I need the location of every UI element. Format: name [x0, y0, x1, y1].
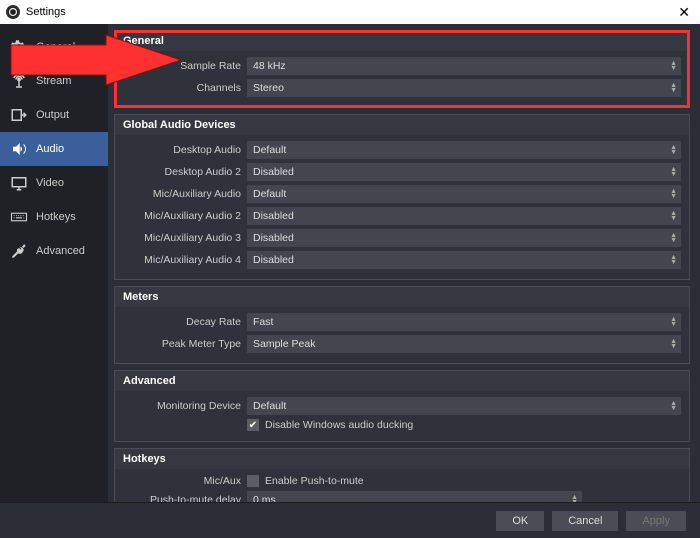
- peak-meter-combo[interactable]: Sample Peak ▲▼: [247, 335, 681, 353]
- sidebar-label: Advanced: [36, 245, 85, 257]
- device-combo[interactable]: Default ▲▼: [247, 141, 681, 159]
- sidebar-label: Audio: [36, 143, 64, 155]
- spinner-icon: ▲▼: [670, 167, 677, 177]
- combo-value: Stereo: [253, 82, 284, 94]
- sidebar-label: General: [36, 41, 75, 53]
- sidebar-item-hotkeys[interactable]: Hotkeys: [0, 200, 108, 234]
- combo-value: Disabled: [253, 210, 294, 222]
- antenna-icon: [10, 72, 28, 90]
- spinner-icon: ▲▼: [571, 495, 578, 502]
- combo-value: Disabled: [253, 254, 294, 266]
- combo-value: Default: [253, 188, 286, 200]
- window-title: Settings: [26, 6, 66, 18]
- title-bar: Settings ✕: [0, 0, 700, 24]
- sidebar-item-output[interactable]: Output: [0, 98, 108, 132]
- label-decay-rate: Decay Rate: [123, 316, 241, 328]
- section-meters: Meters Decay Rate Fast ▲▼ Peak Meter Typ…: [114, 286, 690, 364]
- output-icon: [10, 106, 28, 124]
- combo-value: Default: [253, 144, 286, 156]
- sidebar: General Stream Output Audio Video Hotkey…: [0, 24, 108, 502]
- combo-value: Default: [253, 400, 286, 412]
- label-ptm-delay: Push-to-mute delay: [123, 494, 241, 502]
- sidebar-label: Stream: [36, 75, 71, 87]
- device-combo[interactable]: Disabled ▲▼: [247, 163, 681, 181]
- device-combo[interactable]: Disabled ▲▼: [247, 207, 681, 225]
- sidebar-label: Hotkeys: [36, 211, 76, 223]
- label-channels: Channels: [123, 82, 241, 94]
- spinner-icon: ▲▼: [670, 317, 677, 327]
- sidebar-label: Video: [36, 177, 64, 189]
- dialog-footer: OK Cancel Apply: [0, 502, 700, 538]
- device-combo[interactable]: Default ▲▼: [247, 185, 681, 203]
- sample-rate-combo[interactable]: 48 kHz ▲▼: [247, 57, 681, 75]
- section-heading: Global Audio Devices: [115, 115, 689, 135]
- channels-combo[interactable]: Stereo ▲▼: [247, 79, 681, 97]
- enable-ptm-label: Enable Push-to-mute: [265, 475, 364, 487]
- monitor-icon: [10, 174, 28, 192]
- device-combo[interactable]: Disabled ▲▼: [247, 229, 681, 247]
- sidebar-item-video[interactable]: Video: [0, 166, 108, 200]
- speaker-icon: [10, 140, 28, 158]
- ptm-delay-field[interactable]: 0 ms ▲▼: [247, 491, 582, 502]
- device-label: Mic/Auxiliary Audio 3: [123, 232, 241, 244]
- spinner-icon: ▲▼: [670, 61, 677, 71]
- section-general: General Sample Rate 48 kHz ▲▼ Channels: [114, 30, 690, 108]
- spinner-icon: ▲▼: [670, 211, 677, 221]
- section-heading: Advanced: [115, 371, 689, 391]
- device-label: Mic/Auxiliary Audio: [123, 188, 241, 200]
- label-monitoring-device: Monitoring Device: [123, 400, 241, 412]
- sidebar-item-stream[interactable]: Stream: [0, 64, 108, 98]
- combo-value: Fast: [253, 316, 273, 328]
- sidebar-item-general[interactable]: General: [0, 30, 108, 64]
- section-heading: Hotkeys: [115, 449, 689, 469]
- device-label: Desktop Audio: [123, 144, 241, 156]
- spinner-icon: ▲▼: [670, 339, 677, 349]
- section-advanced: Advanced Monitoring Device Default ▲▼ ✔: [114, 370, 690, 442]
- device-label: Mic/Auxiliary Audio 2: [123, 210, 241, 222]
- sidebar-item-audio[interactable]: Audio: [0, 132, 108, 166]
- spinner-icon: ▲▼: [670, 189, 677, 199]
- spinner-icon: ▲▼: [670, 255, 677, 265]
- tools-icon: [10, 242, 28, 260]
- settings-content[interactable]: General Sample Rate 48 kHz ▲▼ Channels: [108, 24, 700, 502]
- ducking-checkbox[interactable]: ✔: [247, 419, 259, 431]
- combo-value: Sample Peak: [253, 338, 315, 350]
- label-peak-type: Peak Meter Type: [123, 338, 241, 350]
- cancel-button[interactable]: Cancel: [552, 511, 618, 531]
- sidebar-item-advanced[interactable]: Advanced: [0, 234, 108, 268]
- label-sample-rate: Sample Rate: [123, 60, 241, 72]
- section-heading: General: [115, 31, 689, 51]
- device-combo[interactable]: Disabled ▲▼: [247, 251, 681, 269]
- sidebar-label: Output: [36, 109, 69, 121]
- combo-value: Disabled: [253, 232, 294, 244]
- ok-button[interactable]: OK: [496, 511, 544, 531]
- obs-logo-icon: [6, 5, 20, 19]
- spinner-icon: ▲▼: [670, 83, 677, 93]
- keyboard-icon: [10, 208, 28, 226]
- section-hotkeys: Hotkeys Mic/Aux Enable Push-to-mute Push…: [114, 448, 690, 502]
- decay-rate-combo[interactable]: Fast ▲▼: [247, 313, 681, 331]
- close-icon[interactable]: ✕: [674, 4, 694, 21]
- section-heading: Meters: [115, 287, 689, 307]
- spinner-icon: ▲▼: [670, 233, 677, 243]
- ducking-label: Disable Windows audio ducking: [265, 419, 413, 431]
- spinner-icon: ▲▼: [670, 145, 677, 155]
- spinner-icon: ▲▼: [670, 401, 677, 411]
- num-value: 0 ms: [253, 494, 276, 502]
- combo-value: 48 kHz: [253, 60, 286, 72]
- label-mic-aux: Mic/Aux: [123, 475, 241, 487]
- apply-button[interactable]: Apply: [626, 511, 686, 531]
- gear-icon: [10, 38, 28, 56]
- enable-ptm-checkbox[interactable]: [247, 475, 259, 487]
- device-label: Desktop Audio 2: [123, 166, 241, 178]
- device-label: Mic/Auxiliary Audio 4: [123, 254, 241, 266]
- monitoring-device-combo[interactable]: Default ▲▼: [247, 397, 681, 415]
- combo-value: Disabled: [253, 166, 294, 178]
- section-global-audio: Global Audio Devices Desktop Audio Defaul…: [114, 114, 690, 280]
